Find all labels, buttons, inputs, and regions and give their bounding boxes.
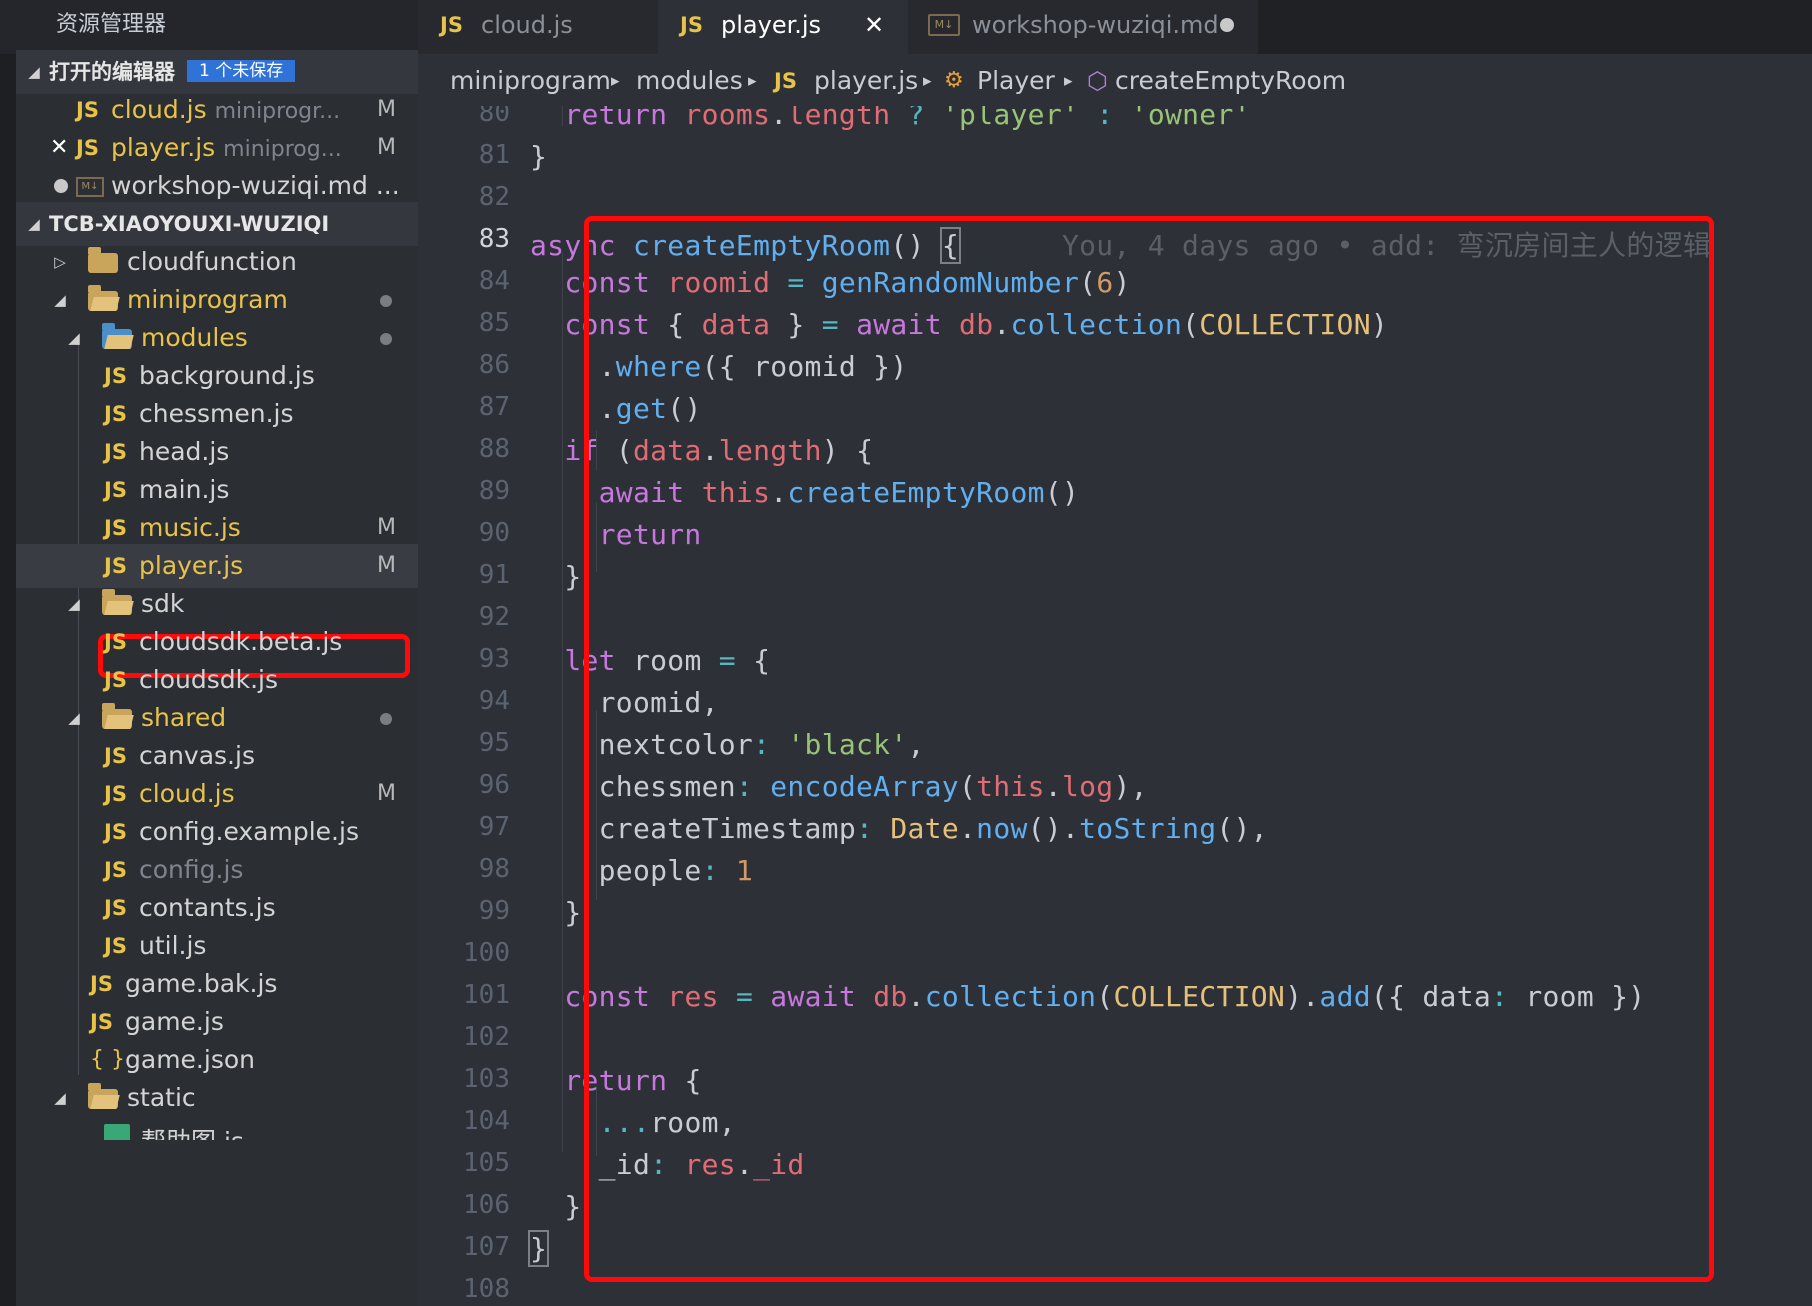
editor-tab-bar: JS cloud.js JS player.js ✕ M↓ workshop-w…: [418, 0, 1812, 54]
folder-open-icon: [88, 1083, 118, 1109]
line-number: 91: [478, 560, 510, 590]
line-number: 83: [478, 224, 510, 254]
line-number: 85: [478, 308, 510, 338]
folder-open-icon: [102, 703, 132, 729]
markdown-icon: M↓: [76, 177, 104, 197]
line-number: 107: [463, 1232, 510, 1262]
tree-file-partial[interactable]: 帮助图.js: [16, 1114, 418, 1140]
line-number: 106: [463, 1190, 510, 1220]
tab-workshop-md[interactable]: M↓ workshop-wuziqi.md: [908, 0, 1258, 54]
js-file-icon: JS: [774, 69, 797, 93]
line-number: 88: [478, 434, 510, 464]
explorer-sidebar: 资源管理器 ◢ 打开的编辑器 1 个未保存 JS cloud.js minipro…: [0, 0, 418, 1306]
modules-folder-icon: [102, 323, 132, 349]
close-icon[interactable]: ✕: [864, 0, 884, 50]
open-editor-path: ...: [375, 171, 400, 200]
unsaved-dot-icon: [54, 179, 68, 193]
js-file-icon: JS: [680, 13, 703, 37]
line-number: 99: [478, 896, 510, 926]
open-editor-name: workshop-wuziqi.md: [111, 171, 368, 200]
chevron-right-icon: ▸: [1064, 71, 1073, 91]
line-number: 82: [478, 182, 510, 212]
folder-open-icon: [88, 285, 118, 311]
activity-bar-edge: [0, 0, 16, 1306]
open-editor-path: miniprogr...: [214, 99, 341, 124]
tab-cloud-js[interactable]: JS cloud.js: [418, 0, 658, 54]
tab-label: player.js: [721, 11, 822, 39]
line-number: 90: [478, 518, 510, 548]
open-editor-path: miniprog...: [223, 137, 342, 162]
unsaved-dot-icon[interactable]: [1220, 18, 1234, 32]
breadcrumb-item[interactable]: modules: [636, 54, 743, 108]
method-symbol-icon: ⬡: [1087, 67, 1108, 95]
changes-dot-icon: [380, 713, 392, 725]
chevron-right-icon: ▸: [923, 71, 932, 91]
line-number: 86: [478, 350, 510, 380]
tab-player-js[interactable]: JS player.js ✕: [658, 0, 908, 54]
code-line-81[interactable]: }: [530, 140, 547, 173]
code-editor[interactable]: 80 81 82 83 84 85 86 87 88 89 90 91 92 93 94 95 96 97 98 99…: [418, 106, 1812, 1306]
line-number: 97: [478, 812, 510, 842]
line-number: 94: [478, 686, 510, 716]
tree-label: 帮助图.js: [141, 1120, 244, 1140]
line-number: 95: [478, 728, 510, 758]
image-file-icon: [104, 1124, 130, 1140]
chevron-right-icon: ▸: [611, 71, 620, 91]
line-number: 101: [463, 980, 510, 1010]
code-highlight-box: [584, 216, 1714, 1282]
tab-label: cloud.js: [481, 11, 573, 39]
line-number: 81: [478, 140, 510, 170]
tab-label: workshop-wuziqi.md: [972, 11, 1219, 39]
breadcrumb-item[interactable]: createEmptyRoom: [1115, 54, 1346, 108]
class-symbol-icon: ⚙: [944, 68, 964, 93]
line-number: 87: [478, 392, 510, 422]
code-line-106[interactable]: }: [530, 1190, 581, 1223]
changes-dot-icon: [380, 295, 392, 307]
unsaved-badge: 1 个未保存: [187, 60, 296, 82]
line-number: 105: [463, 1148, 510, 1178]
breadcrumb: miniprogram ▸ modules ▸ JS player.js ▸ ⚙…: [418, 54, 1812, 106]
line-number: 93: [478, 644, 510, 674]
line-number: 98: [478, 854, 510, 884]
js-file-icon: JS: [440, 13, 463, 37]
line-number: 104: [463, 1106, 510, 1136]
breadcrumb-item[interactable]: player.js: [814, 54, 918, 108]
open-editor-name: cloud.js: [111, 95, 207, 124]
line-number: 89: [478, 476, 510, 506]
chevron-right-icon: ▸: [748, 71, 757, 91]
markdown-icon: M↓: [928, 14, 960, 36]
code-line-80[interactable]: return rooms.length ? 'player' : 'owner': [530, 106, 1251, 131]
code-line-91[interactable]: }: [530, 560, 581, 593]
line-number: 80: [478, 106, 510, 128]
folder-open-icon: [102, 589, 132, 615]
line-number: 100: [463, 938, 510, 968]
explorer-title: 资源管理器: [0, 0, 418, 54]
open-editors-label: 打开的编辑器: [49, 60, 175, 84]
changes-dot-icon: [380, 333, 392, 345]
line-number: 103: [463, 1064, 510, 1094]
line-number: 84: [478, 266, 510, 296]
line-number: 102: [463, 1022, 510, 1052]
breadcrumb-item[interactable]: miniprogram: [450, 54, 611, 108]
code-line-107[interactable]: }: [527, 1230, 550, 1267]
line-number: 108: [463, 1274, 510, 1304]
open-editor-name: player.js: [111, 133, 216, 162]
breadcrumb-item[interactable]: Player: [977, 54, 1055, 108]
line-number: 92: [478, 602, 510, 632]
code-line-99[interactable]: }: [530, 896, 581, 929]
line-number: 96: [478, 770, 510, 800]
folder-icon: [88, 247, 118, 273]
